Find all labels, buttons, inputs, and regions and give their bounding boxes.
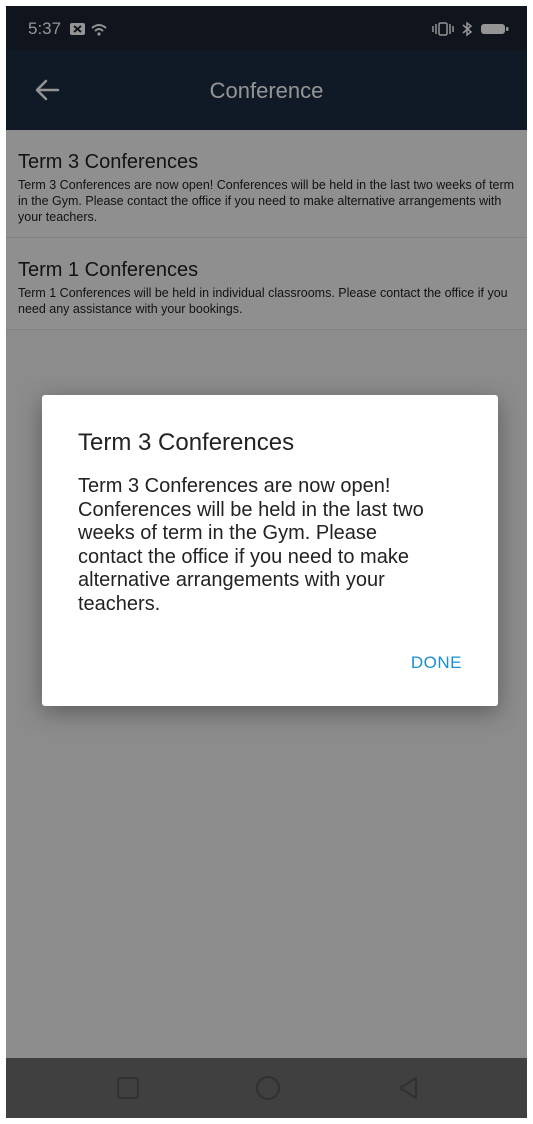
conference-dialog: Term 3 Conferences Term 3 Conferences ar… [42,395,498,706]
phone-screen: 5:37 Conference Term 3 Conferences Term … [6,6,527,1118]
dialog-message: Term 3 Conferences are now open! Confere… [78,475,424,615]
dialog-title: Term 3 Conferences [78,429,295,456]
done-button[interactable]: DONE [411,653,462,673]
